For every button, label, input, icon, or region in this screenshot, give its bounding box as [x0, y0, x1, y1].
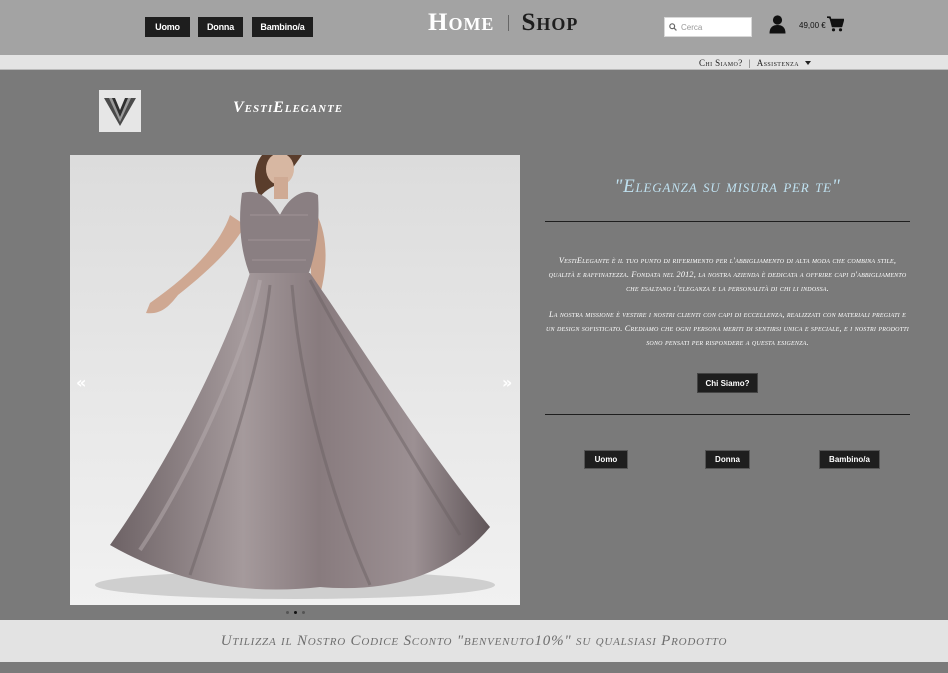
- brand-divider: [508, 15, 510, 31]
- assistenza-menu[interactable]: Assistenza: [757, 58, 799, 68]
- category-uomo-button[interactable]: Uomo: [584, 450, 628, 469]
- divider-bottom: [545, 414, 910, 415]
- category-donna-button[interactable]: Donna: [705, 450, 750, 469]
- nav-bambino-button[interactable]: Bambino/a: [252, 17, 313, 37]
- sub-navigation: Chi Siamo? | Assistenza: [0, 55, 948, 70]
- category-bambino-button[interactable]: Bambino/a: [819, 450, 880, 469]
- about-text: VestiElegante è il tuo punto di riferime…: [545, 254, 910, 350]
- tagline: "Eleganza su misura per te": [614, 176, 841, 197]
- cart-total[interactable]: 49,00 €: [799, 21, 826, 30]
- footer-strip: [0, 662, 948, 673]
- shop-link[interactable]: Shop: [521, 9, 578, 37]
- company-logo[interactable]: [99, 90, 141, 132]
- subnav-separator: |: [748, 58, 751, 68]
- hero-carousel[interactable]: « »: [70, 155, 520, 605]
- company-name: VestiElegante: [233, 99, 344, 116]
- carousel-prev-arrow[interactable]: «: [76, 373, 86, 392]
- ve-monogram-icon: [104, 98, 136, 126]
- about-paragraph-1: VestiElegante è il tuo punto di riferime…: [548, 256, 907, 293]
- carousel-indicators: [286, 611, 305, 614]
- about-paragraph-2: La nostra missione è vestire i nostri cl…: [546, 310, 909, 347]
- carousel-next-arrow[interactable]: »: [502, 373, 512, 392]
- chi-siamo-link[interactable]: Chi Siamo?: [699, 58, 743, 68]
- divider-top: [545, 221, 910, 222]
- search-input[interactable]: [681, 22, 751, 32]
- cart-icon[interactable]: [827, 16, 844, 32]
- home-link[interactable]: Home: [428, 9, 494, 37]
- top-header: Uomo Donna Bambino/a Home Shop 49,00 €: [0, 0, 948, 55]
- chevron-down-icon[interactable]: [804, 61, 811, 65]
- promo-banner: Utilizza il Nostro Codice Sconto "benven…: [0, 620, 948, 662]
- search-icon: [669, 23, 677, 31]
- user-icon[interactable]: [769, 15, 786, 34]
- dress-model-image: [95, 155, 495, 599]
- promo-text: Utilizza il Nostro Codice Sconto "benven…: [220, 632, 728, 649]
- nav-donna-button[interactable]: Donna: [198, 17, 243, 37]
- site-brand: Home Shop: [428, 9, 578, 37]
- chi-siamo-button[interactable]: Chi Siamo?: [697, 373, 758, 393]
- carousel-dot-1[interactable]: [286, 611, 289, 614]
- carousel-dot-2[interactable]: [294, 611, 297, 614]
- search-box[interactable]: [664, 17, 752, 37]
- nav-uomo-button[interactable]: Uomo: [145, 17, 190, 37]
- carousel-dot-3[interactable]: [302, 611, 305, 614]
